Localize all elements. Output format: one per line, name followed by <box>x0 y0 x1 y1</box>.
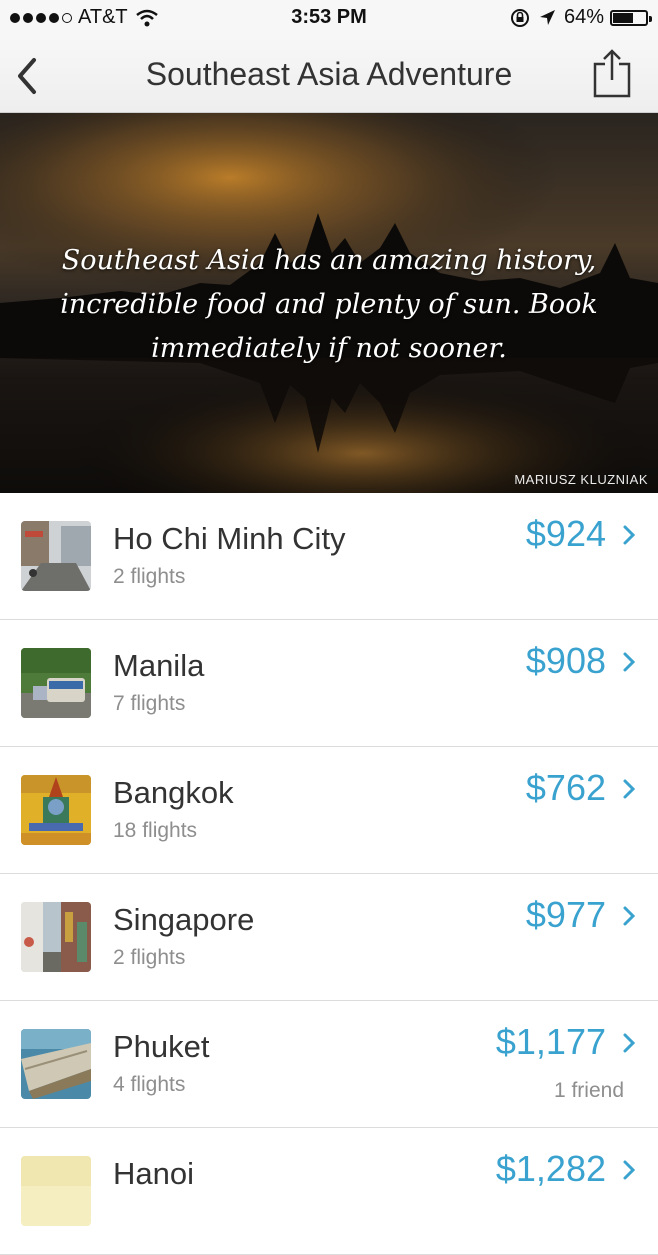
price: $1,282 <box>495 1148 606 1189</box>
city-name: Phuket <box>113 1029 210 1064</box>
status-bar: AT&T 3:53 PM 64% <box>0 0 658 38</box>
share-icon <box>593 49 631 98</box>
share-button[interactable] <box>592 48 632 98</box>
chevron-right-icon <box>623 652 636 672</box>
flight-count: 2 flights <box>113 946 186 969</box>
city-name: Singapore <box>113 902 255 937</box>
city-thumbnail-singapore <box>21 902 91 972</box>
list-item[interactable]: Singapore 2 flights $977 <box>0 874 658 1001</box>
city-name: Bangkok <box>113 775 234 810</box>
destination-list: Ho Chi Minh City 2 flights $924 Manila 7… <box>0 493 658 1255</box>
chevron-right-icon <box>623 779 636 799</box>
battery-percent: 64% <box>563 6 604 28</box>
price: $762 <box>525 767 606 808</box>
price: $1,177 <box>495 1021 606 1062</box>
list-item[interactable]: Phuket 4 flights $1,177 1 friend <box>0 1001 658 1128</box>
hero-quote: Southeast Asia has an amazing history, i… <box>60 245 598 364</box>
chevron-left-icon <box>18 58 36 94</box>
back-button[interactable] <box>12 56 42 96</box>
city-thumbnail-phuket <box>21 1029 91 1099</box>
photo-credit: MARIUSZ KLUZNIAK <box>514 472 648 487</box>
city-name: Ho Chi Minh City <box>113 521 346 556</box>
city-thumbnail-hanoi <box>21 1156 91 1226</box>
list-item[interactable]: Bangkok 18 flights $762 <box>0 747 658 874</box>
flight-count: 4 flights <box>113 1073 186 1096</box>
city-thumbnail-bangkok <box>21 775 91 845</box>
flight-count: 18 flights <box>113 819 198 842</box>
price: $924 <box>525 513 606 554</box>
chevron-right-icon <box>623 1033 636 1053</box>
city-thumbnail-ho-chi-minh <box>21 521 91 591</box>
price: $908 <box>525 640 606 681</box>
city-thumbnail-manila <box>21 648 91 718</box>
hero-banner: Southeast Asia has an amazing history, i… <box>0 113 658 493</box>
chevron-right-icon <box>623 1160 636 1180</box>
page-title: Southeast Asia Adventure <box>145 56 513 92</box>
chevron-right-icon <box>623 906 636 926</box>
rotation-lock-icon <box>510 8 529 27</box>
flight-count: 7 flights <box>113 692 186 715</box>
location-arrow-icon <box>539 9 555 25</box>
list-item[interactable]: Ho Chi Minh City 2 flights $924 <box>0 493 658 620</box>
list-item[interactable]: Manila 7 flights $908 <box>0 620 658 747</box>
chevron-right-icon <box>623 525 636 545</box>
flight-count: 2 flights <box>113 565 186 588</box>
price: $977 <box>525 894 606 935</box>
battery-icon <box>610 9 652 26</box>
city-name: Hanoi <box>113 1156 194 1191</box>
city-name: Manila <box>113 648 205 683</box>
friend-count: 1 friend <box>553 1079 624 1102</box>
status-right: 64% <box>510 6 652 29</box>
list-item[interactable]: Hanoi $1,282 <box>0 1128 658 1255</box>
navigation-bar: Southeast Asia Adventure <box>0 38 658 113</box>
